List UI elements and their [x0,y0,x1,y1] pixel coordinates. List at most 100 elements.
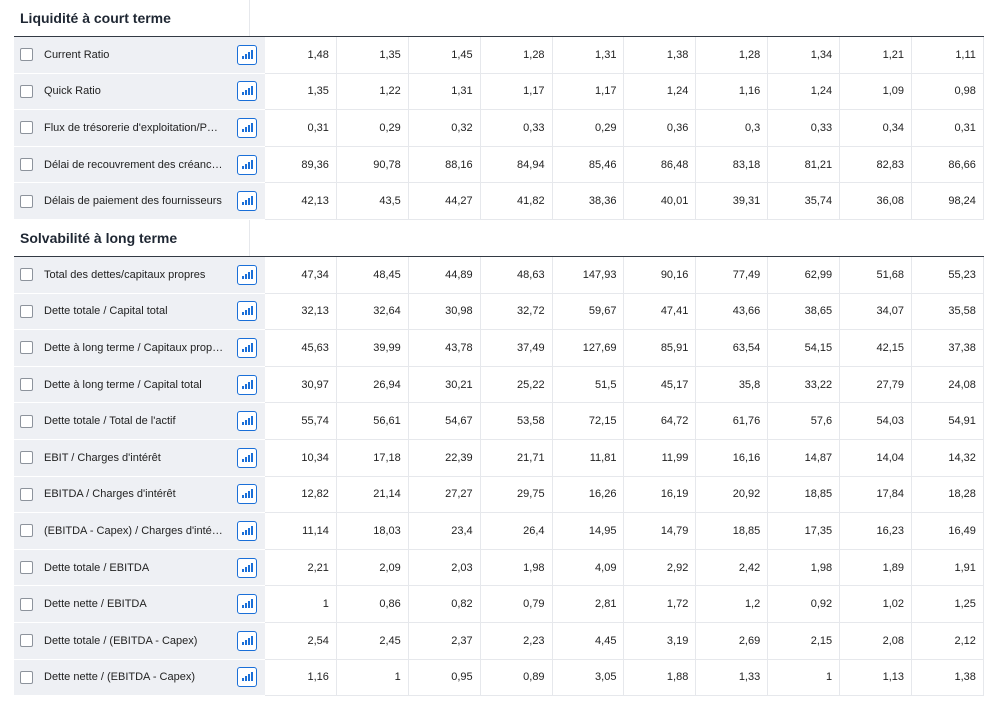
row-label: Dette totale / EBITDA [44,561,150,574]
row-checkbox[interactable] [20,414,33,428]
bar-chart-icon[interactable] [237,411,257,432]
row-checkbox[interactable] [20,304,33,318]
value-cell: 2,23 [480,622,553,660]
value-cell: 62,99 [768,256,841,294]
value-cell: 27,79 [840,366,913,404]
row-checkbox[interactable] [20,268,33,282]
value-cell: 35,8 [696,366,769,404]
bar-chart-icon-bar [241,312,244,316]
value-cell: 17,18 [336,439,409,477]
bar-chart-icon[interactable] [237,484,257,505]
value-cell: 1 [768,659,841,697]
row-checkbox[interactable] [20,194,33,208]
row-checkbox[interactable] [20,341,33,355]
value-cell: 20,92 [696,476,769,514]
table-row: (EBITDA - Capex) / Charges d'intérêt 11,1… [14,513,984,550]
row-checkbox[interactable] [20,670,33,684]
bar-chart-icon-bar [250,452,253,462]
value-cell: 1,21 [840,37,913,74]
bar-chart-icon[interactable] [237,520,257,541]
value-cell: 30,21 [408,366,481,404]
bar-chart-icon[interactable] [237,337,257,358]
value-cell: 38,65 [768,293,841,331]
table-row: Dette à long terme / Capitaux prop… 45,63… [14,330,984,367]
row-label-cell: Quick Ratio [14,73,265,111]
value-cell: 2,09 [336,549,409,587]
bar-chart-icon[interactable] [237,667,257,688]
row-checkbox[interactable] [20,634,33,648]
row-label-cell: Dette totale / Total de l'actif [14,403,265,440]
bar-chart-icon[interactable] [237,264,257,285]
value-cell: 33,22 [768,366,841,404]
row-checkbox[interactable] [20,597,33,611]
value-cell: 27,27 [408,476,481,514]
row-label-cell: Total des dettes/capitaux propres [14,256,265,294]
bar-chart-icon-bar [244,53,247,59]
bar-chart-icon[interactable] [237,630,257,651]
value-cell: 45,63 [265,330,337,367]
value-cell: 1,98 [768,549,841,587]
row-checkbox[interactable] [20,84,33,98]
bar-chart-icon[interactable] [237,447,257,468]
row-checkbox[interactable] [20,378,33,392]
section-header-spacer [250,0,998,36]
row-checkbox[interactable] [20,121,33,135]
value-cell: 41,82 [480,183,553,220]
bar-chart-icon[interactable] [237,81,257,102]
value-cell: 86,66 [912,146,984,184]
bar-chart-icon[interactable] [237,44,257,65]
bar-chart-icon-bar [250,635,253,645]
value-cell: 89,36 [265,146,337,184]
bar-chart-icon[interactable] [237,557,257,578]
bar-chart-icon[interactable] [237,117,257,138]
value-cell: 14,87 [768,439,841,477]
value-cell: 61,76 [696,403,769,440]
bar-chart-icon-bar [247,161,250,169]
section-title: Solvabilité à long terme [0,219,250,256]
value-cell: 85,91 [624,330,697,367]
bar-chart-icon-bar [241,641,244,645]
bar-chart-icon[interactable] [237,301,257,322]
value-cell: 1,38 [624,37,697,74]
bar-chart-icon-bar [247,564,250,572]
value-cell: 1,16 [265,659,337,697]
value-cell: 1,09 [840,73,913,111]
bar-chart-icon-bar [244,420,247,426]
section-header: Liquidité à court terme [0,0,998,36]
bar-chart-icon[interactable] [237,154,257,175]
row-checkbox[interactable] [20,524,33,538]
value-cell: 35,58 [912,293,984,331]
value-cell: 83,18 [696,146,769,184]
table-row: Current Ratio 1,48 1,35 1,45 1,28 1,31 1,38 1,2… [14,37,984,74]
bar-chart-icon-bar [244,163,247,169]
row-label: Dette totale / Total de l'actif [44,415,176,428]
row-checkbox[interactable] [20,561,33,575]
value-cell: 56,61 [336,403,409,440]
value-cell: 147,93 [552,256,625,294]
row-checkbox[interactable] [20,451,33,465]
row-label-cell: Flux de trésorerie d'exploitation/Pa… [14,110,265,147]
row-checkbox[interactable] [20,487,33,501]
value-cell: 32,13 [265,293,337,331]
table-row: Quick Ratio 1,35 1,22 1,31 1,17 1,17 1,24 1,16 1… [14,73,984,111]
bar-chart-icon-bar [247,454,250,462]
bar-chart-icon-bar [241,568,244,572]
table-row: Dette totale / (EBITDA - Capex) 2,54 2,45 2… [14,622,984,660]
row-checkbox[interactable] [20,48,33,62]
value-cell: 82,83 [840,146,913,184]
bar-chart-icon[interactable] [237,191,257,212]
bar-chart-icon[interactable] [237,374,257,395]
row-checkbox[interactable] [20,158,33,172]
value-cell: 81,21 [768,146,841,184]
value-cell: 51,68 [840,256,913,294]
bar-chart-icon[interactable] [237,594,257,615]
value-cell: 10,34 [265,439,337,477]
row-label: EBITDA / Charges d'intérêt [44,488,176,501]
value-cell: 0,34 [840,110,913,147]
bar-chart-icon-bar [244,273,247,279]
value-cell: 1,24 [768,73,841,111]
value-cell: 43,66 [696,293,769,331]
value-cell: 1,31 [408,73,481,111]
value-cell: 1,34 [768,37,841,74]
value-cell: 47,41 [624,293,697,331]
